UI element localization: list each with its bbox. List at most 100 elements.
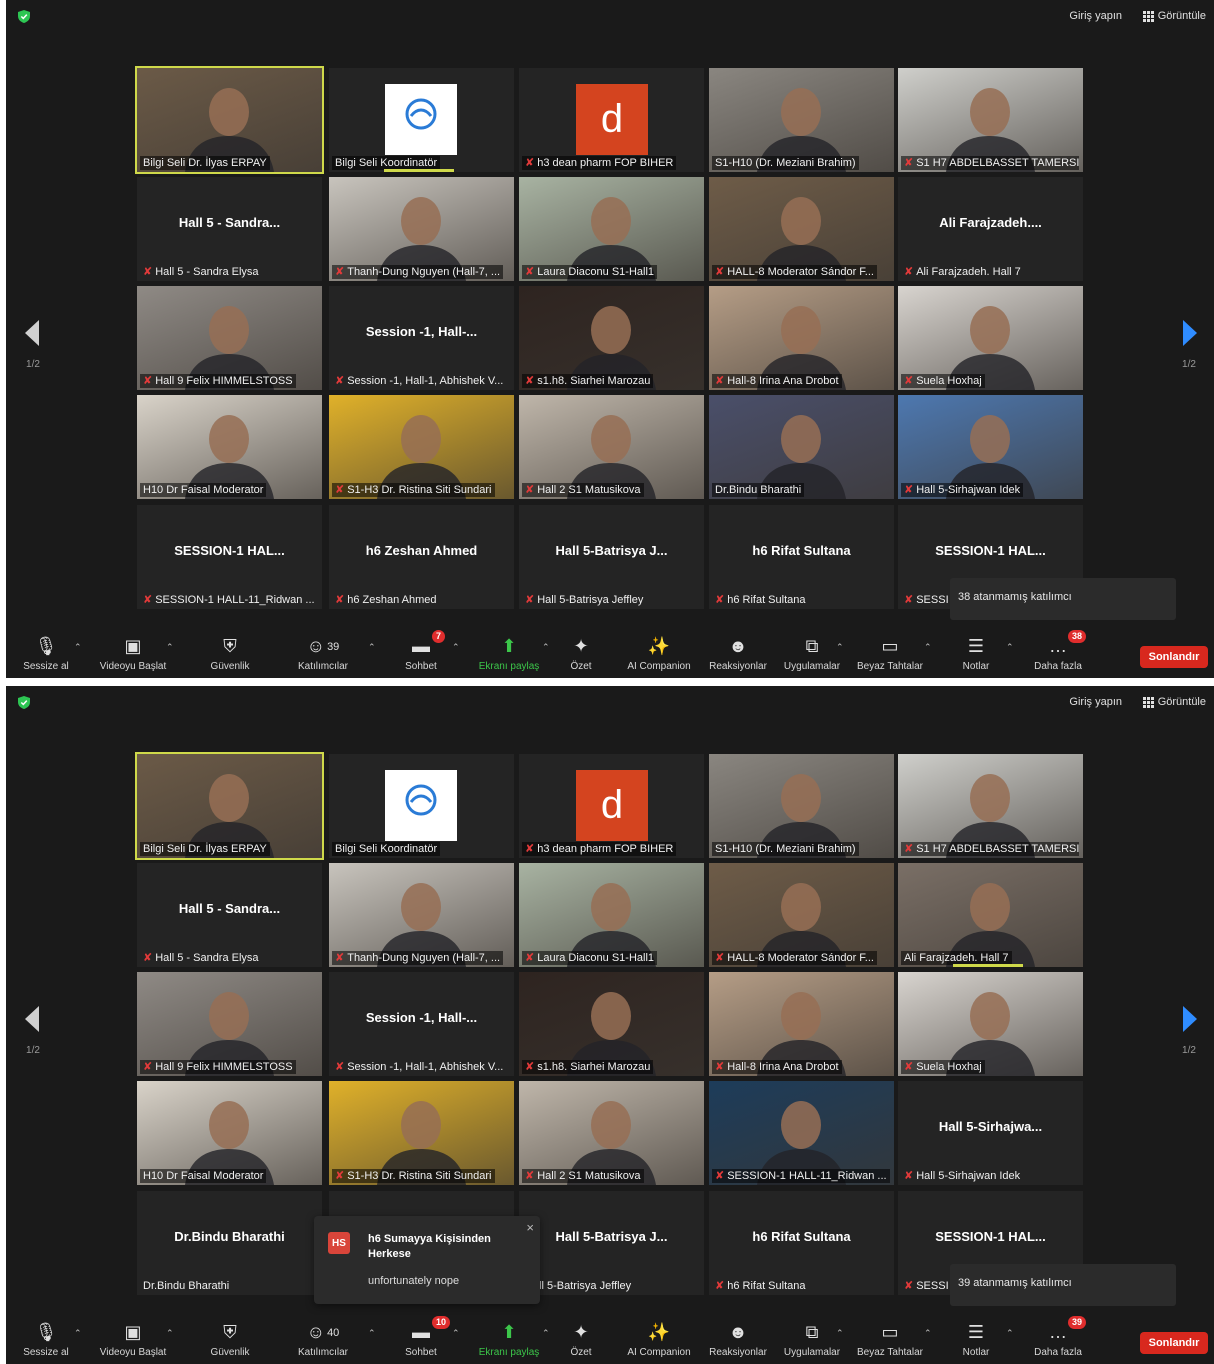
chevron-up-icon[interactable]: ⌃ <box>368 642 376 653</box>
participant-tile[interactable]: Session -1, Hall-... ✘ Session -1, Hall-1,… <box>329 972 514 1076</box>
participant-tile[interactable]: Bilgi Seli Dr. İlyas ERPAY <box>135 752 324 860</box>
more-button[interactable]: … 38 Daha fazla <box>1018 630 1098 676</box>
end-meeting-button[interactable]: Sonlandır <box>1140 646 1208 668</box>
participant-tile[interactable]: d ✘ h3 dean pharm FOP BIHER <box>519 754 704 858</box>
participant-tile[interactable]: Dr.Bindu Bharathi Dr.Bindu Bharathi <box>137 1191 322 1295</box>
participant-tile[interactable]: Bilgi Seli Dr. İlyas ERPAY <box>135 66 324 174</box>
participant-tile[interactable]: ✘ S1 H7 ABDELBASSET TAMERSIT <box>898 68 1083 172</box>
participant-tile[interactable]: ✘ Hall 9 Felix HIMMELSTOSS <box>137 972 322 1076</box>
participant-tile[interactable]: ✘ Thanh-Dung Nguyen (Hall-7, ... <box>329 177 514 281</box>
participant-tile[interactable]: H10 Dr Faisal Moderator <box>137 1081 322 1185</box>
chevron-up-icon[interactable]: ⌃ <box>74 642 82 653</box>
encryption-shield-icon[interactable] <box>18 696 30 709</box>
participant-tile[interactable]: ✘ HALL-8 Moderator Sándor F... <box>709 177 894 281</box>
video-button[interactable]: ▣ Videoyu Başlat ⌃ <box>88 634 178 676</box>
participant-tile[interactable]: H10 Dr Faisal Moderator <box>137 395 322 499</box>
whiteboard-button[interactable]: ▭ Beyaz Tahtalar ⌃ <box>850 1320 932 1362</box>
participant-tile[interactable]: ✘ Thanh-Dung Nguyen (Hall-7, ... <box>329 863 514 967</box>
participant-tile[interactable]: d ✘ h3 dean pharm FOP BIHER <box>519 68 704 172</box>
participant-tile[interactable]: ✘ Suela Hoxhaj <box>898 972 1083 1076</box>
chat-button[interactable]: ▬ 10 Sohbet ⌃ <box>376 1316 466 1362</box>
participant-tile[interactable]: Ali Farajzadeh. Hall 7 <box>898 863 1083 967</box>
participant-tile[interactable]: ✘ SESSION-1 HALL-11_Ridwan ... <box>709 1081 894 1185</box>
chevron-up-icon[interactable]: ⌃ <box>924 1328 932 1339</box>
security-button[interactable]: ⛨ Güvenlik <box>185 634 275 676</box>
chevron-up-icon[interactable]: ⌃ <box>368 1328 376 1339</box>
apps-button[interactable]: ⧉ Uygulamalar ⌃ <box>774 1320 850 1362</box>
chat-message-notification[interactable]: HS h6 Sumayya Kişisinden Herkese × unfortun… <box>314 1216 540 1304</box>
view-button[interactable]: Görüntüle <box>1142 696 1206 708</box>
chat-button[interactable]: ▬ 7 Sohbet ⌃ <box>376 630 466 676</box>
participant-tile[interactable]: ✘ Hall 2 S1 Matusikova <box>519 1081 704 1185</box>
notes-button[interactable]: ☰ Notlar ⌃ <box>940 634 1014 676</box>
chevron-up-icon[interactable]: ⌃ <box>74 1328 82 1339</box>
encryption-shield-icon[interactable] <box>18 10 30 23</box>
login-button[interactable]: Giriş yapın <box>1069 10 1122 22</box>
participant-tile[interactable]: Dr.Bindu Bharathi <box>709 395 894 499</box>
participant-tile[interactable]: h6 Zeshan Ahmed ✘ h6 Zeshan Ahmed <box>329 505 514 609</box>
login-button[interactable]: Giriş yapın <box>1069 696 1122 708</box>
participants-button[interactable]: ☺ 40 Katılımcılar ⌃ <box>278 1320 376 1362</box>
notes-button[interactable]: ☰ Notlar ⌃ <box>940 1320 1014 1362</box>
participant-tile[interactable]: ✘ Hall 9 Felix HIMMELSTOSS <box>137 286 322 390</box>
ai-button[interactable]: ✨ AI Companion <box>614 634 704 676</box>
participant-tile[interactable]: ✘ s1.h8. Siarhei Marozau <box>519 286 704 390</box>
participant-tile[interactable]: S1-H10 (Dr. Meziani Brahim) <box>709 68 894 172</box>
share-button[interactable]: ⬆ Ekranı paylaş ⌃ <box>459 1320 559 1362</box>
summary-button[interactable]: ✦ Özet <box>546 634 616 676</box>
participant-tile[interactable]: h6 Rifat Sultana ✘ h6 Rifat Sultana <box>709 505 894 609</box>
participant-tile[interactable]: h6 Rifat Sultana ✘ h6 Rifat Sultana <box>709 1191 894 1295</box>
participant-tile[interactable]: Hall 5-Batrisya J... ✘ Hall 5-Batrisya Jef… <box>519 505 704 609</box>
participant-tile[interactable]: Hall 5-Sirhajwa... ✘ Hall 5-Sirhajwan Idek <box>898 1081 1083 1185</box>
close-icon[interactable]: × <box>526 1220 534 1235</box>
participant-tile[interactable]: ✘ Laura Diaconu S1-Hall1 <box>519 863 704 967</box>
participants-button[interactable]: ☺ 39 Katılımcılar ⌃ <box>278 634 376 676</box>
mute-button[interactable]: 🎙 Sessize al ⌃ <box>6 634 86 676</box>
participant-tile[interactable]: ✘ S1-H3 Dr. Ristina Siti Sundari <box>329 1081 514 1185</box>
participant-tile[interactable]: ✘ Hall 5-Sirhajwan Idek <box>898 395 1083 499</box>
next-page-button[interactable]: 1/2 <box>1174 1006 1204 1056</box>
participant-tile[interactable]: S1-H10 (Dr. Meziani Brahim) <box>709 754 894 858</box>
participant-tile[interactable]: Hall 5-Batrisya J... Hall 5-Batrisya Jeff… <box>519 1191 704 1295</box>
participant-tile[interactable]: Hall 5 - Sandra... ✘ Hall 5 - Sandra Elysa <box>137 863 322 967</box>
participant-tile[interactable]: ✘ Suela Hoxhaj <box>898 286 1083 390</box>
participant-tile[interactable]: ✘ Hall 2 S1 Matusikova <box>519 395 704 499</box>
chevron-up-icon[interactable]: ⌃ <box>1006 1328 1014 1339</box>
participant-tile[interactable]: ✘ Laura Diaconu S1-Hall1 <box>519 177 704 281</box>
previous-page-button[interactable]: 1/2 <box>18 320 48 370</box>
ai-button[interactable]: ✨ AI Companion <box>614 1320 704 1362</box>
chevron-up-icon[interactable]: ⌃ <box>836 642 844 653</box>
chevron-up-icon[interactable]: ⌃ <box>836 1328 844 1339</box>
next-page-button[interactable]: 1/2 <box>1174 320 1204 370</box>
participant-tile[interactable]: ✘ s1.h8. Siarhei Marozau <box>519 972 704 1076</box>
participant-name: Thanh-Dung Nguyen (Hall-7, ... <box>347 952 501 964</box>
whiteboard-button[interactable]: ▭ Beyaz Tahtalar ⌃ <box>850 634 932 676</box>
participant-tile[interactable]: ✘ S1 H7 ABDELBASSET TAMERSIT <box>898 754 1083 858</box>
participant-tile[interactable]: Bilgi Seli Koordinatör <box>329 754 514 858</box>
chevron-up-icon[interactable]: ⌃ <box>924 642 932 653</box>
summary-button[interactable]: ✦ Özet <box>546 1320 616 1362</box>
reactions-button[interactable]: ☻ Reaksiyonlar <box>700 634 776 676</box>
share-button[interactable]: ⬆ Ekranı paylaş ⌃ <box>459 634 559 676</box>
end-meeting-button[interactable]: Sonlandır <box>1140 1332 1208 1354</box>
participant-tile[interactable]: Session -1, Hall-... ✘ Session -1, Hall-1,… <box>329 286 514 390</box>
participant-tile[interactable]: ✘ Hall-8 Irina Ana Drobot <box>709 286 894 390</box>
participant-tile[interactable]: SESSION-1 HAL... ✘ SESSION-1 HALL-11_Ridwa… <box>137 505 322 609</box>
participant-tile[interactable]: ✘ HALL-8 Moderator Sándor F... <box>709 863 894 967</box>
view-button[interactable]: Görüntüle <box>1142 10 1206 22</box>
previous-page-button[interactable]: 1/2 <box>18 1006 48 1056</box>
mute-button[interactable]: 🎙 Sessize al ⌃ <box>6 1320 86 1362</box>
video-button[interactable]: ▣ Videoyu Başlat ⌃ <box>88 1320 178 1362</box>
participant-tile[interactable]: ✘ Hall-8 Irina Ana Drobot <box>709 972 894 1076</box>
more-button[interactable]: … 39 Daha fazla <box>1018 1316 1098 1362</box>
chevron-up-icon[interactable]: ⌃ <box>1006 642 1014 653</box>
participant-tile[interactable]: Bilgi Seli Koordinatör <box>329 68 514 172</box>
security-button[interactable]: ⛨ Güvenlik <box>185 1320 275 1362</box>
apps-button[interactable]: ⧉ Uygulamalar ⌃ <box>774 634 850 676</box>
participant-tile[interactable]: ✘ S1-H3 Dr. Ristina Siti Sundari <box>329 395 514 499</box>
chevron-up-icon[interactable]: ⌃ <box>166 642 174 653</box>
participant-tile[interactable]: Ali Farajzadeh.... ✘ Ali Farajzadeh. Hall … <box>898 177 1083 281</box>
reactions-button[interactable]: ☻ Reaksiyonlar <box>700 1320 776 1362</box>
participant-tile[interactable]: Hall 5 - Sandra... ✘ Hall 5 - Sandra Elysa <box>137 177 322 281</box>
chevron-up-icon[interactable]: ⌃ <box>166 1328 174 1339</box>
